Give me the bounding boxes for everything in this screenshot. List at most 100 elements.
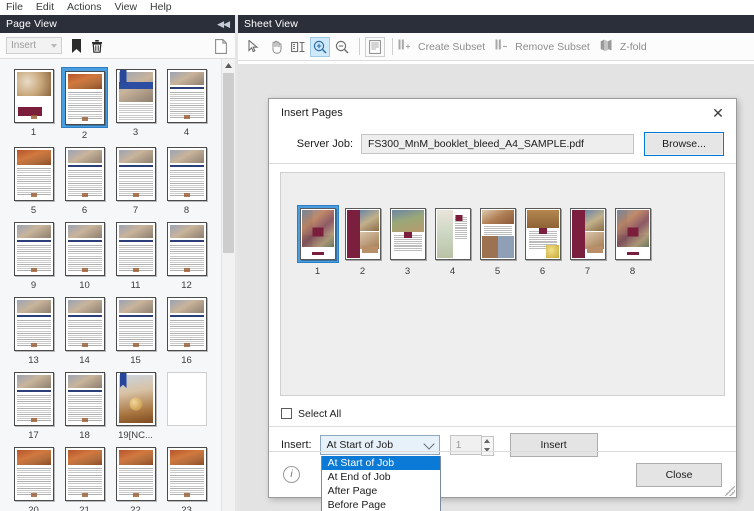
page-thumbnail-scroll-area[interactable]: 1 2 3 4 5 6 7 8 9 10 11 12 13 14 15 16 17 18 19[NC... 20 21 2… [0,59,235,511]
page-thumbnail-item[interactable]: 18 [61,370,108,441]
page-thumbnail-item[interactable]: 4 [163,67,210,141]
page-thumbnail[interactable] [165,370,209,428]
source-thumbnail[interactable] [387,205,429,263]
source-thumbnail[interactable] [567,205,609,263]
page-thumbnail[interactable] [12,370,56,428]
page-thumbnail[interactable] [165,145,209,203]
page-thumbnail-item[interactable]: 12 [163,220,210,291]
page-thumbnail-item[interactable]: 21 [61,445,108,511]
pan-hand-icon[interactable] [266,37,286,57]
page-thumbnail-item[interactable]: 23 [163,445,210,511]
page-thumbnail[interactable] [63,220,107,278]
source-thumbnail[interactable] [612,205,654,263]
source-thumbnail[interactable] [432,205,474,263]
bookmark-icon[interactable] [71,38,82,53]
fit-page-icon[interactable] [365,36,385,57]
page-thumbnail[interactable] [12,220,56,278]
page-thumbnail[interactable] [114,67,158,125]
page-thumbnail-item[interactable]: 6 [61,145,108,216]
measure-icon[interactable] [288,37,308,57]
page-thumbnail-item[interactable]: 20 [10,445,57,511]
browse-button[interactable]: Browse... [644,132,724,156]
close-button[interactable]: Close [636,462,722,487]
page-thumbnail-selected[interactable] [61,67,108,128]
create-subset-button[interactable]: Create Subset [398,38,485,55]
remove-subset-button[interactable]: Remove Subset [495,38,590,55]
trash-icon[interactable] [91,39,103,53]
page-thumbnail[interactable] [63,145,107,203]
resize-grip-icon[interactable] [725,486,735,496]
menu-item-edit[interactable]: Edit [36,0,62,15]
page-thumbnail-item[interactable]: 10 [61,220,108,291]
source-thumbnail-item[interactable]: 1 [295,205,340,277]
menu-item-view[interactable]: View [114,0,145,15]
dropdown-option[interactable]: Before Page [322,498,440,511]
page-thumbnail-item[interactable]: 17 [10,370,57,441]
dropdown-option[interactable]: At Start of Job [321,455,440,470]
zoom-out-icon[interactable] [332,37,352,57]
double-chevron-left-icon[interactable]: ◀◀ [217,19,230,30]
page-view-scrollbar[interactable] [221,59,235,511]
source-thumbnail-item[interactable]: 8 [610,205,655,277]
source-thumbnail[interactable] [477,205,519,263]
scrollbar-thumb[interactable] [223,73,234,253]
page-thumbnail-item[interactable]: 5 [10,145,57,216]
page-thumbnail[interactable] [12,295,56,353]
page-thumbnail-item[interactable]: 19[NC... [112,370,159,441]
select-arrow-icon[interactable] [244,37,264,57]
info-icon[interactable]: i [283,466,300,483]
page-thumbnail-item[interactable]: 13 [10,295,57,366]
source-thumbnail-area[interactable]: 1 2 3 4 5 6 7 8 [280,172,725,396]
insert-position-dropdown-list[interactable]: At Start of Job At End of Job After Page Be… [320,455,441,511]
z-fold-button[interactable]: Z-fold [600,38,647,55]
page-icon[interactable] [215,39,227,54]
source-thumbnail-item[interactable]: 7 [565,205,610,277]
spinner-up-icon[interactable] [482,437,493,446]
page-thumbnail[interactable] [12,67,56,125]
page-mode-select[interactable]: Insert [6,37,62,54]
page-thumbnail-item[interactable]: 2 [61,67,108,141]
source-thumbnail-item[interactable]: 3 [385,205,430,277]
source-thumbnail-item[interactable]: 2 [340,205,385,277]
page-thumbnail-item[interactable] [163,370,210,441]
menu-item-help[interactable]: Help [150,0,180,15]
page-thumbnail-item[interactable]: 14 [61,295,108,366]
page-thumbnail[interactable] [114,445,158,503]
dropdown-option[interactable]: At End of Job [322,470,440,484]
page-thumbnail[interactable] [114,370,158,428]
page-thumbnail[interactable] [63,370,107,428]
page-thumbnail-item[interactable]: 22 [112,445,159,511]
source-thumbnail-item[interactable]: 6 [520,205,565,277]
page-thumbnail-item[interactable]: 9 [10,220,57,291]
page-thumbnail[interactable] [114,220,158,278]
source-thumbnail[interactable] [522,205,564,263]
server-job-input[interactable]: FS300_MnM_booklet_bleed_A4_SAMPLE.pdf [361,134,634,154]
page-thumbnail[interactable] [63,295,107,353]
dropdown-option[interactable]: After Page [322,484,440,498]
page-thumbnail-item[interactable]: 1 [10,67,57,141]
page-thumbnail[interactable] [114,295,158,353]
select-all-checkbox[interactable] [281,408,292,419]
page-thumbnail[interactable] [165,67,209,125]
menu-item-file[interactable]: File [6,0,31,15]
page-thumbnail-item[interactable]: 11 [112,220,159,291]
page-thumbnail-item[interactable]: 15 [112,295,159,366]
source-thumbnail-item[interactable]: 5 [475,205,520,277]
page-thumbnail[interactable] [12,145,56,203]
page-thumbnail-item[interactable]: 8 [163,145,210,216]
page-thumbnail[interactable] [114,145,158,203]
page-thumbnail-item[interactable]: 3 [112,67,159,141]
menu-item-actions[interactable]: Actions [67,0,109,15]
source-thumbnail-item[interactable]: 4 [430,205,475,277]
page-thumbnail-item[interactable]: 16 [163,295,210,366]
page-thumbnail[interactable] [12,445,56,503]
scroll-up-arrow-icon[interactable] [222,59,235,72]
page-thumbnail[interactable] [165,445,209,503]
source-thumbnail-selected[interactable] [296,205,339,263]
page-thumbnail[interactable] [165,220,209,278]
zoom-in-icon[interactable] [310,36,330,57]
page-thumbnail-item[interactable]: 7 [112,145,159,216]
page-thumbnail[interactable] [63,445,107,503]
page-thumbnail[interactable] [165,295,209,353]
source-thumbnail[interactable] [342,205,384,263]
